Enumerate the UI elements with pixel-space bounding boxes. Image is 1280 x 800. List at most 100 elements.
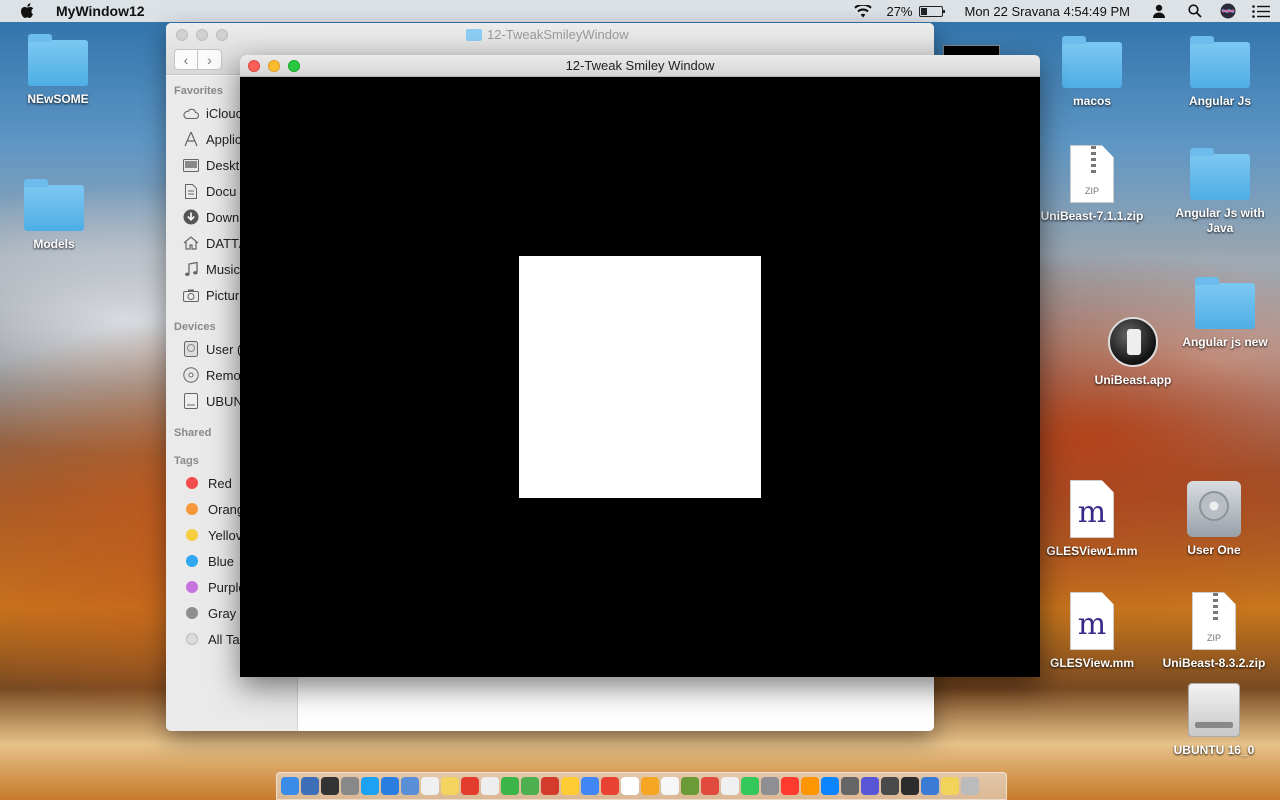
dock-app-icon[interactable] [921,777,939,795]
dock [276,772,1007,800]
source-file-icon: m [1070,480,1114,538]
desktop-folder-newsome[interactable]: NEwSOME [3,34,113,107]
dock-app-icon[interactable] [421,777,439,795]
source-file-icon: m [1070,592,1114,650]
dock-app-icon[interactable] [721,777,739,795]
sidebar-item-label: All Ta [208,631,240,647]
music-icon [182,261,200,277]
folder-icon [466,28,482,41]
sidebar-item-label: Gray [208,605,237,621]
sidebar-item-label: Remo [206,367,241,383]
dock-app-icon[interactable] [641,777,659,795]
dock-app-icon[interactable] [281,777,299,795]
desktop-icon-label: GLESView1.mm [1046,544,1138,558]
siri-icon[interactable] [1220,3,1236,19]
download-icon [182,209,200,225]
dock-app-icon[interactable] [561,777,579,795]
sidebar-item-label: Applic [206,131,242,147]
dock-app-icon[interactable] [761,777,779,795]
sidebar-item-label: Red [208,475,232,491]
forward-button[interactable]: › [198,49,222,70]
dock-app-icon[interactable] [381,777,399,795]
notification-center-icon[interactable] [1252,4,1270,18]
dock-app-icon[interactable] [681,777,699,795]
finder-title-text: 12-TweakSmileyWindow [487,27,629,42]
gl-window[interactable]: 12-Tweak Smiley Window [240,55,1040,677]
dock-app-icon[interactable] [521,777,539,795]
battery-icon [918,5,945,17]
sidebar-item-label: Pictur [206,287,240,303]
sidebar-item-label: Docu [206,183,237,199]
desktop-icon-label: Angular Js [1188,94,1251,108]
dock-app-icon[interactable] [941,777,959,795]
sidebar-item-label: Blue [208,553,235,569]
desktop-drive-user-one[interactable]: User One [1159,481,1269,558]
desktop-folder-macos[interactable]: macos [1037,36,1147,109]
dock-app-icon[interactable] [801,777,819,795]
wifi-icon[interactable] [854,4,873,18]
camera-icon [182,287,200,303]
sidebar-item-label: Down [206,209,240,225]
usb-drive-icon [182,393,200,409]
desktop-file-unibeast-711-zip[interactable]: ZIP UniBeast-7.1.1.zip [1037,145,1147,224]
clock[interactable]: Mon 22 Sravana 4:54:49 PM [965,4,1131,19]
dock-app-icon[interactable] [461,777,479,795]
zoom-button[interactable] [216,29,228,41]
dock-app-icon[interactable] [621,777,639,795]
back-button[interactable]: ‹ [174,49,198,70]
dock-app-icon[interactable] [901,777,919,795]
zip-file-icon: ZIP [1192,592,1236,650]
dock-app-icon[interactable] [401,777,419,795]
dock-app-icon[interactable] [501,777,519,795]
dock-app-icon[interactable] [661,777,679,795]
desktop-drive-ubuntu[interactable]: UBUNTU 16_0 [1159,683,1269,758]
spotlight-search-icon[interactable] [1188,4,1202,18]
battery-status[interactable]: 27% [886,4,945,19]
desktop-folder-models[interactable]: Models [0,179,109,252]
desktop-icon-label: GLESView.mm [1049,656,1135,670]
user-icon[interactable] [1152,4,1166,18]
gl-window-title: 12-Tweak Smiley Window [565,58,715,73]
desktop-folder-angular-js-new[interactable]: Angular js new [1170,277,1280,350]
desktop-folder-angular-js-with-java[interactable]: Angular Js with Java [1165,148,1275,236]
dock-app-icon[interactable] [821,777,839,795]
desktop-file-glesview1-mm[interactable]: m GLESView1.mm [1037,480,1147,559]
dock-app-icon[interactable] [541,777,559,795]
desktop-icon-label: macos [1072,94,1112,108]
close-button[interactable] [176,29,188,41]
desktop-file-glesview-mm[interactable]: m GLESView.mm [1037,592,1147,671]
dock-app-icon[interactable] [701,777,719,795]
sidebar-item-label: Orang [208,501,245,517]
sidebar-item-label: UBUN [206,393,243,409]
finder-navigation: ‹ › [174,49,222,70]
dock-app-icon[interactable] [781,777,799,795]
cloud-icon [182,105,200,121]
dock-app-icon[interactable] [841,777,859,795]
close-button[interactable] [248,60,260,72]
dock-app-icon[interactable] [361,777,379,795]
desktop-folder-angular-js[interactable]: Angular Js [1165,36,1275,109]
finder-window-controls [176,29,228,41]
folder-icon [1190,36,1250,88]
dock-app-icon[interactable] [341,777,359,795]
apple-menu-icon[interactable] [20,3,40,18]
tag-color-dot [186,503,198,515]
minimize-button[interactable] [268,60,280,72]
dock-app-icon[interactable] [881,777,899,795]
folder-icon [28,34,88,86]
gl-window-titlebar[interactable]: 12-Tweak Smiley Window [240,55,1040,77]
dock-app-icon[interactable] [481,777,499,795]
dock-app-icon[interactable] [861,777,879,795]
dock-app-icon[interactable] [321,777,339,795]
dock-app-icon[interactable] [961,777,979,795]
dock-app-icon[interactable] [601,777,619,795]
dock-app-icon[interactable] [441,777,459,795]
app-name-menu[interactable]: MyWindow12 [56,3,145,19]
minimize-button[interactable] [196,29,208,41]
dock-app-icon[interactable] [581,777,599,795]
dock-app-icon[interactable] [301,777,319,795]
tag-color-dot [186,607,198,619]
dock-app-icon[interactable] [741,777,759,795]
desktop-file-unibeast-832-zip[interactable]: ZIP UniBeast-8.3.2.zip [1159,592,1269,671]
zoom-button[interactable] [288,60,300,72]
